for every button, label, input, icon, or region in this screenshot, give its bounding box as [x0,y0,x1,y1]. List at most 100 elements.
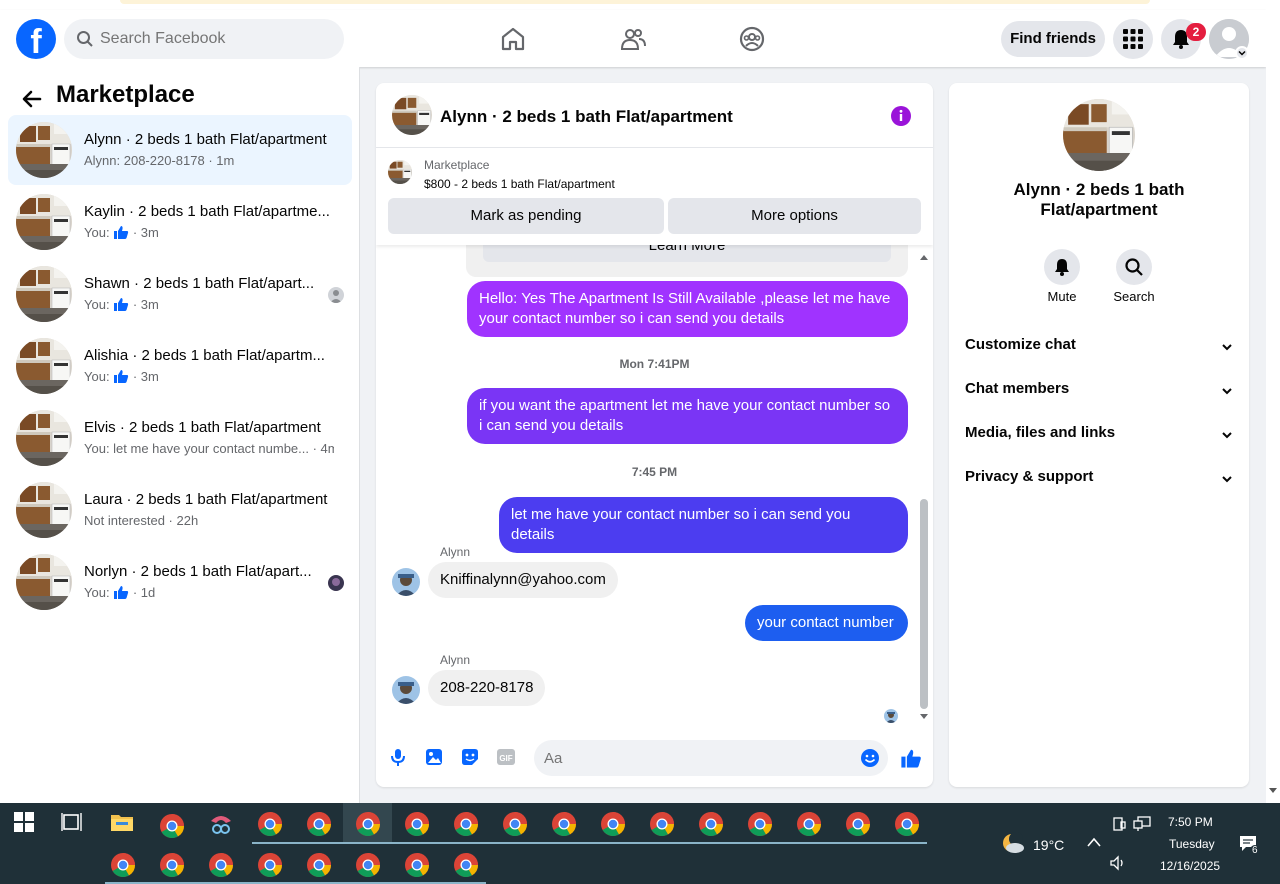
mute-label: Mute [1047,289,1077,304]
message-list[interactable]: Learn More Hello: Yes The Apartment Is S… [376,245,933,725]
conversation-item-shawn[interactable]: Shawn · 2 beds 1 bath Flat/apart... You:… [8,259,352,329]
home-icon[interactable] [499,25,527,53]
chrome-profile-icon[interactable] [257,811,283,837]
chrome-profile-icon[interactable] [698,811,724,837]
message-input-box[interactable] [534,740,888,776]
conversation-preview: You: · 3m [84,369,159,384]
friends-icon[interactable] [619,25,647,53]
received-message[interactable]: 208-220-8178 [428,670,546,706]
chrome-profile-icon[interactable] [600,811,626,837]
snipping-tool-icon[interactable] [208,811,234,837]
notification-badge: 2 [1186,23,1206,41]
chrome-profile-icon[interactable] [747,811,773,837]
info-icon[interactable] [890,105,912,127]
chrome-profile-icon[interactable] [453,811,479,837]
menu-button[interactable] [1113,19,1153,59]
facebook-logo[interactable]: f [16,19,56,59]
chrome-profile-icon[interactable] [110,852,136,878]
clock-time[interactable]: 7:50 PM [1168,815,1213,829]
chrome-profile-icon[interactable] [845,811,871,837]
chrome-profile-icon[interactable] [649,811,675,837]
chrome-profile-icon[interactable] [404,811,430,837]
conversation-preview: You: let me have your contact numbe... ·… [84,441,334,456]
sent-message[interactable]: your contact number [745,605,908,641]
microphone-icon[interactable] [388,747,408,767]
conversation-item-norlyn[interactable]: Norlyn · 2 beds 1 bath Flat/apart... You… [8,547,352,617]
like-send-icon[interactable] [900,747,922,769]
scroll-down-icon[interactable] [919,713,929,721]
timestamp: 7:45 PM [631,465,678,479]
sender-name: Alynn [440,653,471,667]
chevron-up-icon[interactable] [1086,836,1102,848]
received-message[interactable]: Kniffinalynn@yahoo.com [428,562,618,598]
chrome-profile-icon[interactable] [894,811,920,837]
device-icon[interactable] [1111,816,1127,832]
chat-members-section[interactable]: Chat members [965,380,1233,402]
search-input[interactable] [100,19,330,59]
weather-temperature[interactable]: 19°C [1033,837,1064,853]
chrome-profile-icon[interactable] [257,852,283,878]
weather-moon-cloud-icon[interactable] [1000,831,1026,855]
chrome-profile-icon[interactable] [306,852,332,878]
windows-start-icon[interactable] [13,811,35,833]
conversation-item-alynn[interactable]: Alynn · 2 beds 1 bath Flat/apartment Aly… [8,115,352,185]
conversation-item-laura[interactable]: Laura · 2 beds 1 bath Flat/apartment Not… [8,475,352,545]
message-input[interactable] [544,740,844,776]
account-caret-icon[interactable] [1235,46,1249,60]
find-friends-button[interactable]: Find friends [1001,21,1105,57]
file-explorer-icon[interactable] [110,811,134,833]
network-icon[interactable] [1133,816,1151,832]
search-box[interactable] [64,19,344,59]
chrome-profile-icon[interactable] [453,852,479,878]
mute-button[interactable] [1044,249,1080,285]
sent-message[interactable]: Hello: Yes The Apartment Is Still Availa… [467,281,908,337]
search-chat-button[interactable] [1116,249,1152,285]
scroll-up-icon[interactable] [919,253,929,261]
chat-avatar[interactable] [392,95,432,135]
back-arrow-icon[interactable] [20,85,44,113]
more-options-button[interactable]: More options [668,198,921,234]
chat-title[interactable]: Alynn · 2 beds 1 bath Flat/apartment [440,107,733,127]
scrollbar-thumb[interactable] [920,499,928,709]
customize-chat-section[interactable]: Customize chat [965,336,1233,358]
chrome-profile-icon[interactable] [306,811,332,837]
gif-icon[interactable]: GIF [496,747,516,767]
sent-message[interactable]: let me have your contact number so i can… [499,497,908,553]
privacy-support-section[interactable]: Privacy & support [965,468,1233,490]
chrome-profile-icon[interactable] [355,811,381,837]
chrome-profile-icon[interactable] [208,852,234,878]
learn-more-button[interactable]: Learn More [483,245,891,262]
conversation-item-alishia[interactable]: Alishia · 2 beds 1 bath Flat/apartm... Y… [8,331,352,401]
chrome-profile-icon[interactable] [404,852,430,878]
clock-date[interactable]: 12/16/2025 [1160,859,1220,873]
chrome-icon[interactable] [159,813,185,839]
conversation-name: Norlyn · 2 beds 1 bath Flat/apart... [84,563,312,580]
sent-message[interactable]: if you want the apartment let me have yo… [467,388,908,444]
speaker-icon[interactable] [1109,855,1127,871]
task-view-icon[interactable] [60,811,84,833]
groups-icon[interactable] [738,25,766,53]
chrome-profile-icon[interactable] [502,811,528,837]
conversation-item-elvis[interactable]: Elvis · 2 beds 1 bath Flat/apartment You… [8,403,352,473]
photo-icon[interactable] [424,747,444,767]
conversation-item-kaylin[interactable]: Kaylin · 2 beds 1 bath Flat/apartme... Y… [8,187,352,257]
chrome-profile-icon[interactable] [796,811,822,837]
page-scroll-down-icon[interactable] [1266,786,1280,796]
listing-price[interactable]: $800 - 2 beds 1 bath Flat/apartment [424,177,615,191]
chat-scrollbar[interactable] [919,253,929,723]
chat-profile-picture[interactable] [1063,99,1135,171]
chrome-profile-icon[interactable] [551,811,577,837]
listing-thumbnail[interactable] [388,160,412,184]
media-files-links-section[interactable]: Media, files and links [965,424,1233,446]
emoji-icon[interactable] [860,748,880,768]
sticker-icon[interactable] [460,747,480,767]
clock-day[interactable]: Tuesday [1169,837,1215,851]
running-apps-indicator [252,842,927,844]
sender-avatar[interactable] [392,676,420,704]
chrome-profile-icon[interactable] [159,852,185,878]
chrome-profile-icon[interactable] [355,852,381,878]
sender-avatar[interactable] [392,568,420,596]
mark-as-pending-button[interactable]: Mark as pending [388,198,664,234]
marketplace-sidebar: Marketplace Alynn · 2 beds 1 bath Flat/a… [0,67,360,803]
page-scrollbar[interactable] [1266,0,1280,803]
